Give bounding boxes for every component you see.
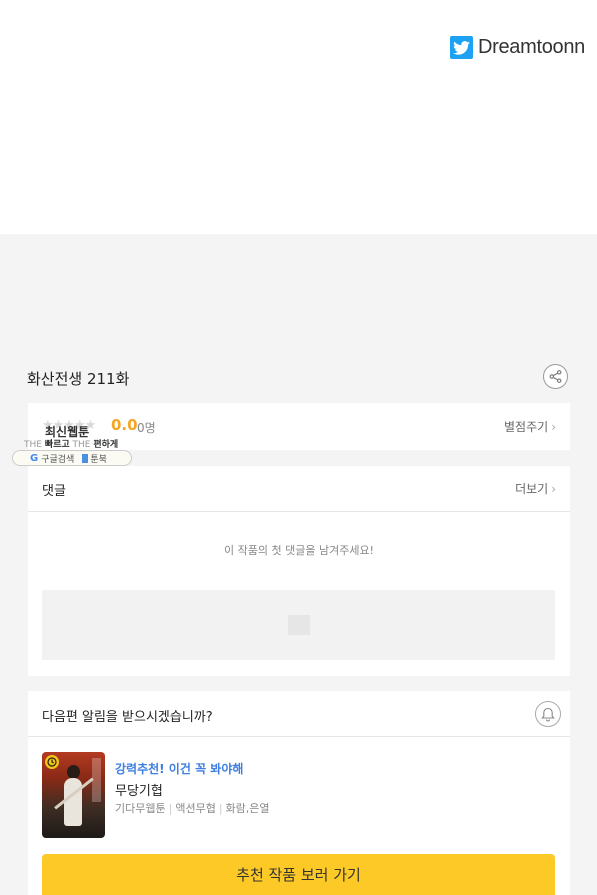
- divider: [28, 511, 570, 512]
- ad-badge-links[interactable]: G 구글검색 툰북: [12, 450, 132, 466]
- comments-section: 댓글 더보기 › 이 작품의 첫 댓글을 남겨주세요!: [28, 466, 570, 676]
- recommend-meta: 기다무웹툰 | 액션무협 | 화람,은열: [115, 800, 270, 816]
- bell-icon: [541, 707, 555, 721]
- rate-button-label: 별점주기: [504, 420, 549, 434]
- recommended-webtoon-thumbnail[interactable]: [42, 752, 105, 838]
- ad-badge-word-1: 빠르고: [44, 440, 70, 450]
- ad-badge-the-1: THE: [24, 440, 42, 450]
- meta-separator: |: [218, 802, 223, 815]
- comments-heading: 댓글: [42, 484, 66, 499]
- book-icon: [82, 453, 89, 463]
- rate-button[interactable]: 별점주기 ›: [504, 418, 556, 435]
- cover-figure: [64, 778, 82, 826]
- ad-badge-subtitle: THE 빠르고 THE 편하게: [24, 437, 118, 450]
- brand-logo[interactable]: Dreamtoonn: [449, 36, 585, 59]
- toonbook-link[interactable]: 툰북: [90, 452, 107, 465]
- chevron-right-icon: ›: [551, 482, 556, 496]
- divider: [28, 736, 570, 737]
- notify-bell-button[interactable]: [535, 701, 561, 727]
- floating-ad-badge[interactable]: 최신웹툰 THE 빠르고 THE 편하게 G 구글검색 툰북: [12, 420, 136, 469]
- twitter-icon: [449, 36, 473, 59]
- comments-empty-message: 이 작품의 첫 댓글을 남겨주세요!: [224, 544, 374, 557]
- comment-input-area[interactable]: [42, 590, 555, 660]
- ad-badge-word-2: 편하게: [93, 440, 119, 450]
- comments-more-button[interactable]: 더보기 ›: [515, 480, 556, 497]
- ad-badge-the-2: THE: [72, 440, 91, 450]
- share-icon: [549, 370, 562, 383]
- notify-question: 다음편 알림을 받으시겠습니까?: [42, 710, 213, 725]
- comments-more-label: 더보기: [515, 482, 549, 496]
- cover-figure-head: [67, 765, 80, 779]
- rating-count: 0명: [137, 421, 156, 435]
- clock-icon: [45, 755, 59, 769]
- meta-genre: 액션무협: [175, 802, 216, 815]
- google-icon: G: [30, 452, 39, 464]
- chevron-right-icon: ›: [551, 420, 556, 434]
- meta-category: 기다무웹툰: [115, 802, 166, 815]
- share-button[interactable]: [543, 364, 568, 389]
- recommend-label: 강력추천! 이건 꼭 봐야해: [115, 762, 244, 776]
- go-to-recommendation-button[interactable]: 추천 작품 보러 가기: [42, 854, 555, 895]
- top-banner-area: Dreamtoonn: [0, 0, 597, 234]
- google-search-link[interactable]: 구글검색: [41, 452, 74, 465]
- placeholder-icon: [288, 615, 310, 635]
- recommend-title[interactable]: 무당기협: [115, 780, 163, 799]
- episode-title: 화산전생 211화: [27, 370, 130, 388]
- meta-authors: 화람,은열: [225, 802, 270, 815]
- meta-separator: |: [168, 802, 173, 815]
- brand-name: Dreamtoonn: [477, 36, 585, 58]
- next-episode-notify-section: 다음편 알림을 받으시겠습니까? 강력추천! 이건 꼭 봐야해 무당기협 기다무…: [28, 691, 570, 895]
